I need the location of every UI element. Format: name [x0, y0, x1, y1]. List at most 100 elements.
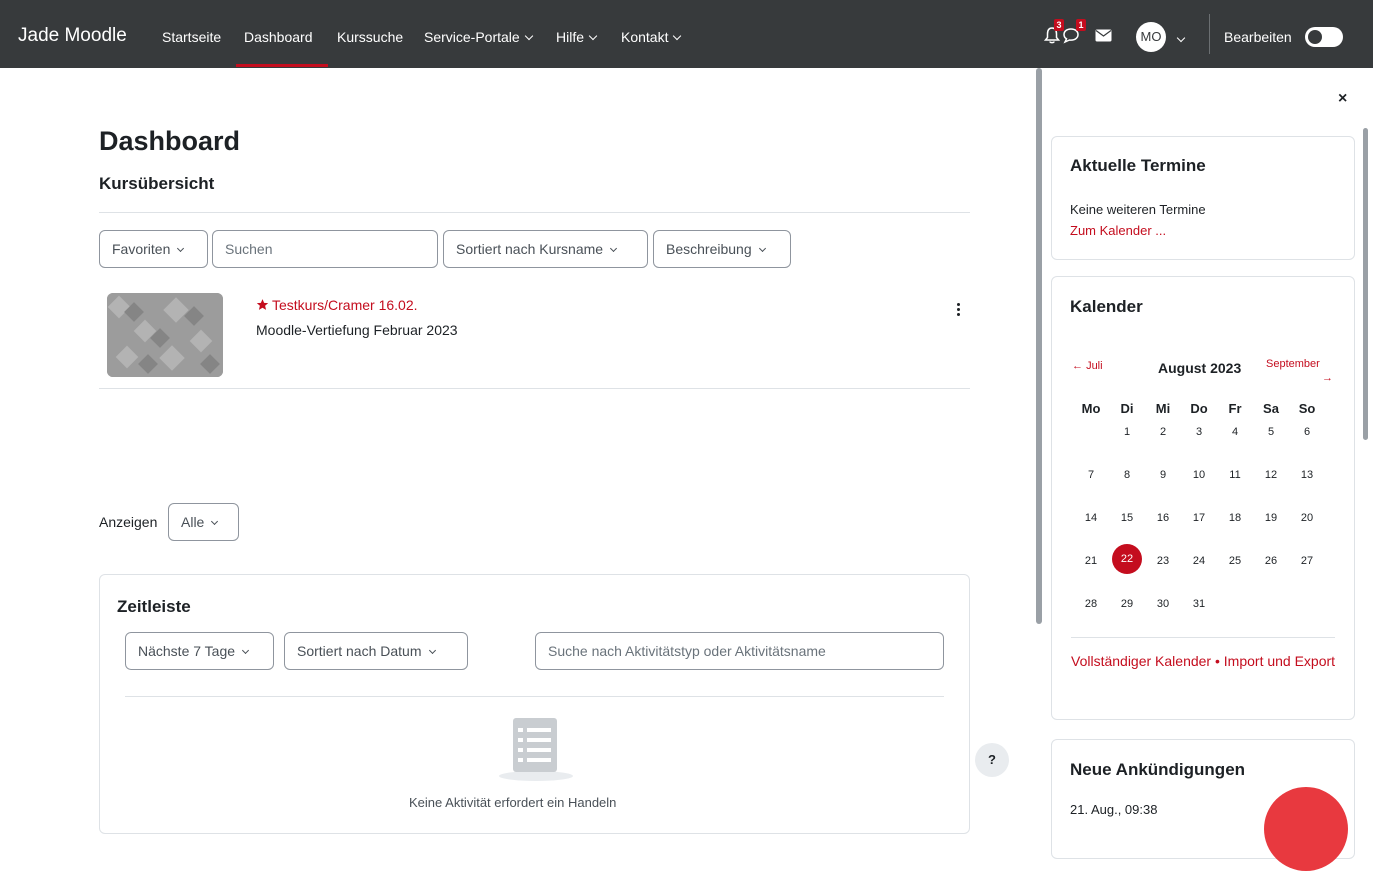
chevron-down-icon	[211, 517, 219, 526]
calendar-today[interactable]: 22	[1112, 544, 1142, 574]
empty-list-icon	[499, 718, 573, 781]
nav-dashboard[interactable]: Dashboard	[244, 29, 313, 45]
calendar-day[interactable]: 16	[1148, 512, 1178, 524]
calendar-day[interactable]: 29	[1112, 598, 1142, 610]
arrow-right-icon: →	[1322, 372, 1333, 384]
timeline-title: Zeitleiste	[117, 597, 191, 616]
weekday-label: Do	[1190, 401, 1208, 416]
mail-button[interactable]	[1095, 29, 1112, 47]
calendar-day[interactable]: 3	[1184, 426, 1214, 438]
nav-service-portale-label: Service-Portale	[424, 29, 520, 45]
calendar-day[interactable]: 5	[1256, 426, 1286, 438]
toggle-knob	[1308, 30, 1322, 44]
calendar-next-month[interactable]: September	[1266, 358, 1320, 370]
main-scrollbar[interactable]	[1036, 68, 1042, 624]
arrow-left-icon: ←	[1072, 360, 1087, 372]
course-image[interactable]	[107, 293, 223, 377]
site-brand[interactable]: Jade Moodle	[18, 25, 127, 47]
calendar-day[interactable]: 27	[1292, 555, 1322, 567]
nav-hilfe-label: Hilfe	[556, 29, 585, 45]
weekday-label: Mi	[1155, 401, 1171, 416]
page-title: Dashboard	[99, 126, 241, 156]
calendar-day[interactable]: 24	[1184, 555, 1214, 567]
calendar-prev-label: Juli	[1086, 360, 1103, 372]
nav-kontakt[interactable]: Kontakt	[621, 29, 682, 45]
course-view-dropdown[interactable]: Beschreibung	[653, 230, 791, 268]
nav-hilfe[interactable]: Hilfe	[556, 29, 598, 45]
show-count-label: Alle	[181, 514, 205, 530]
calendar-day[interactable]: 21	[1076, 555, 1106, 567]
calendar-prev-month[interactable]: ← Juli	[1072, 360, 1103, 372]
calendar-day[interactable]: 14	[1076, 512, 1106, 524]
show-count-dropdown[interactable]: Alle	[168, 503, 239, 541]
drawer-scrollbar[interactable]	[1363, 128, 1368, 440]
chevron-down-icon	[1176, 33, 1186, 43]
calendar-next-label: September	[1266, 358, 1320, 370]
chevron-down-icon	[758, 244, 766, 253]
user-menu-toggle[interactable]	[1176, 31, 1186, 49]
calendar-day[interactable]: 7	[1076, 469, 1106, 481]
calendar-day[interactable]: 19	[1256, 512, 1286, 524]
calendar-day[interactable]: 28	[1076, 598, 1106, 610]
announcements-title: Neue Ankündigungen	[1070, 760, 1246, 779]
calendar-day[interactable]: 30	[1148, 598, 1178, 610]
calendar-day[interactable]: 8	[1112, 469, 1142, 481]
divider	[1071, 637, 1335, 638]
timeline-search-input[interactable]: Suche nach Aktivitätstyp oder Aktivitäts…	[535, 632, 944, 670]
upcoming-events-block	[1051, 136, 1355, 260]
nav-kurssuche[interactable]: Kurssuche	[337, 29, 403, 45]
floating-action-button[interactable]	[1264, 787, 1348, 871]
top-navbar: Jade Moodle Startseite Dashboard Kurssuc…	[0, 0, 1373, 68]
edit-mode-toggle[interactable]	[1305, 27, 1343, 47]
chevron-down-icon	[177, 244, 185, 253]
weekday-label: So	[1298, 401, 1316, 416]
active-nav-indicator	[236, 64, 328, 67]
navbar-divider	[1209, 14, 1210, 54]
calendar-day[interactable]: 13	[1292, 469, 1322, 481]
calendar-day[interactable]: 26	[1256, 555, 1286, 567]
close-drawer-button[interactable]: ×	[1338, 90, 1347, 108]
calendar-day[interactable]: 20	[1292, 512, 1322, 524]
calendar-title: Kalender	[1070, 297, 1143, 316]
upcoming-events-text: Keine weiteren Termine	[1070, 202, 1206, 217]
star-icon	[256, 299, 269, 310]
chevron-down-icon	[673, 31, 682, 41]
calendar-day[interactable]: 23	[1148, 555, 1178, 567]
course-sort-dropdown[interactable]: Sortiert nach Kursname	[443, 230, 648, 268]
course-pattern-image	[107, 293, 223, 377]
chevron-down-icon	[610, 244, 618, 253]
calendar-day[interactable]: 9	[1148, 469, 1178, 481]
calendar-day[interactable]: 11	[1220, 469, 1250, 481]
help-button[interactable]: ?	[975, 743, 1009, 777]
course-search-input[interactable]: Suchen	[212, 230, 438, 268]
user-avatar[interactable]: MO	[1136, 22, 1166, 52]
messages-count-badge: 1	[1076, 19, 1086, 31]
calendar-day[interactable]: 10	[1184, 469, 1214, 481]
calendar-day[interactable]: 6	[1292, 426, 1322, 438]
go-to-calendar-link[interactable]: Zum Kalender ...	[1070, 223, 1166, 238]
calendar-day[interactable]: 1	[1112, 426, 1142, 438]
calendar-day[interactable]: 17	[1184, 512, 1214, 524]
calendar-day[interactable]: 15	[1112, 512, 1142, 524]
envelope-icon	[1095, 29, 1112, 42]
course-actions-menu[interactable]	[953, 303, 963, 321]
timeline-sort-dropdown[interactable]: Sortiert nach Datum	[284, 632, 468, 670]
calendar-day[interactable]: 25	[1220, 555, 1250, 567]
course-title-link[interactable]: Testkurs/Cramer 16.02.	[256, 297, 418, 313]
chevron-down-icon	[588, 31, 598, 41]
timeline-range-dropdown[interactable]: Nächste 7 Tage	[125, 632, 274, 670]
calendar-month-label: August 2023	[1158, 360, 1242, 376]
nav-service-portale[interactable]: Service-Portale	[424, 29, 533, 45]
calendar-day[interactable]: 2	[1148, 426, 1178, 438]
divider	[99, 388, 970, 389]
calendar-day[interactable]: 31	[1184, 598, 1214, 610]
course-filter-dropdown[interactable]: Favoriten	[99, 230, 208, 268]
calendar-day[interactable]: 4	[1220, 426, 1250, 438]
nav-startseite[interactable]: Startseite	[162, 29, 221, 45]
course-title-text: Testkurs/Cramer 16.02.	[272, 297, 418, 313]
calendar-day[interactable]: 18	[1220, 512, 1250, 524]
calendar-day[interactable]: 12	[1256, 469, 1286, 481]
edit-mode-label: Bearbeiten	[1224, 29, 1292, 45]
full-calendar-link[interactable]: Vollständiger Kalender • Import und Expo…	[1071, 651, 1341, 672]
course-subtitle: Moodle-Vertiefung Februar 2023	[256, 322, 458, 338]
